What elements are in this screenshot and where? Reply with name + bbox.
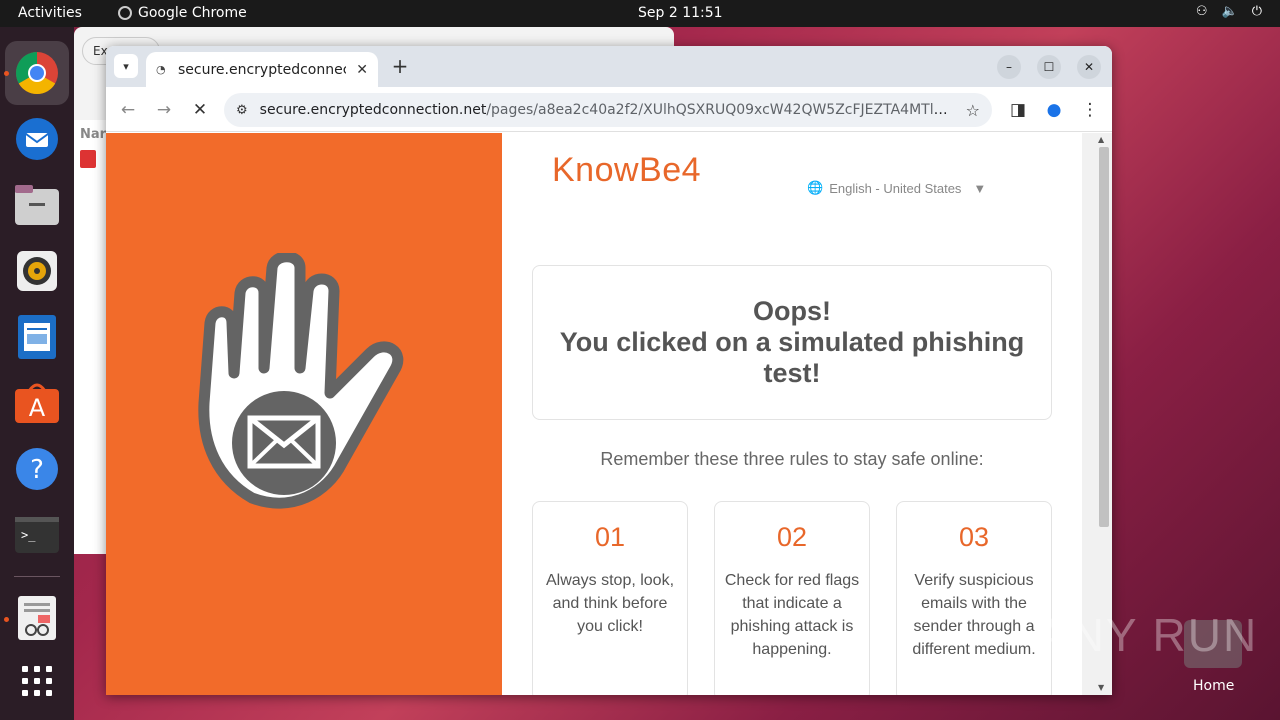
anyrun-watermark: ANY RUN <box>1038 609 1259 661</box>
speaker-icon <box>17 251 57 291</box>
background-sidebar: Nar <box>74 120 106 554</box>
browser-toolbar: ← → ✕ ⚙ secure.encryptedconnection.net/p… <box>106 87 1112 132</box>
rule-number: 03 <box>958 522 990 552</box>
chrome-icon <box>118 6 132 20</box>
maximize-button[interactable]: ☐ <box>1037 55 1061 79</box>
tab-strip: ▾ ◔ secure.encryptedconnec ✕ + – ☐ ✕ <box>106 46 1112 87</box>
dock: A ? >_ <box>0 27 74 720</box>
oops-heading: Oops! <box>753 296 831 326</box>
language-label: English - United States <box>829 180 962 196</box>
forward-button[interactable]: → <box>152 98 176 122</box>
rule-text: Check for red flags that indicate a phis… <box>724 572 860 658</box>
app-menu[interactable]: Google Chrome <box>118 5 247 21</box>
bookmark-star-icon[interactable]: ☆ <box>966 101 980 120</box>
chrome-logo-icon <box>15 51 58 95</box>
close-window-button[interactable]: ✕ <box>1077 55 1101 79</box>
tab-search-button[interactable]: ▾ <box>114 54 138 78</box>
stop-hand-icon <box>198 253 404 509</box>
pdf-icon <box>80 150 96 168</box>
rule-card: 03 Verify suspicious emails with the sen… <box>896 501 1052 695</box>
chevron-down-icon: ▼ <box>973 180 987 196</box>
dock-running-indicator <box>4 617 9 622</box>
power-icon: ⏻ <box>1251 4 1262 19</box>
orange-panel <box>106 133 502 695</box>
rule-text: Verify suspicious emails with the sender… <box>912 572 1036 658</box>
svg-text:A: A <box>29 394 46 422</box>
dock-separator <box>14 576 60 577</box>
background-column-label: Nar <box>80 127 107 142</box>
folder-icon <box>15 185 59 225</box>
site-info-icon[interactable]: ⚙ <box>236 103 248 118</box>
app-center-dock-icon[interactable]: A <box>13 379 61 427</box>
show-apps-button[interactable] <box>13 657 61 705</box>
document-viewer-icon <box>18 596 56 640</box>
url-path: /pages/a8ea2c40a2f2/XUlhQSXRUQ09xcW42QW5… <box>486 102 953 118</box>
back-button[interactable]: ← <box>116 98 140 122</box>
app-menu-label: Google Chrome <box>138 5 247 21</box>
stop-loading-button[interactable]: ✕ <box>188 98 212 122</box>
tab-close-icon[interactable]: ✕ <box>356 62 368 78</box>
oops-message-box: Oops! You clicked on a simulated phishin… <box>532 265 1052 420</box>
thunderbird-dock-icon[interactable] <box>13 115 61 163</box>
content-panel: KnowBe4 🌐 English - United States ▼ Oops… <box>502 133 1082 695</box>
url-text[interactable]: secure.encryptedconnection.net/pages/a8e… <box>260 102 954 118</box>
knowbe4-logo: KnowBe4 <box>552 151 702 189</box>
document-viewer-dock-icon[interactable] <box>13 594 61 642</box>
chrome-window[interactable]: ▾ ◔ secure.encryptedconnec ✕ + – ☐ ✕ ← →… <box>106 46 1112 695</box>
terminal-icon: >_ <box>15 517 59 553</box>
rules-intro: Remember these three rules to stay safe … <box>600 449 984 469</box>
rule-number: 02 <box>776 522 808 552</box>
volume-icon: 🔈 <box>1221 4 1238 19</box>
system-tray[interactable]: ⚇ 🔈 ⏻ <box>1196 4 1262 19</box>
profile-icon[interactable]: ● <box>1042 98 1066 122</box>
side-panel-button[interactable]: ◨ <box>1006 98 1030 122</box>
scroll-up-icon[interactable]: ▲ <box>1098 135 1104 144</box>
url-host: secure.encryptedconnection.net <box>259 102 487 118</box>
scroll-down-icon[interactable]: ▼ <box>1098 683 1104 692</box>
dock-running-indicator <box>4 71 9 76</box>
home-folder-label[interactable]: Home <box>1193 678 1234 694</box>
tab-active[interactable]: ◔ secure.encryptedconnec ✕ <box>146 52 378 87</box>
chrome-dock-icon[interactable] <box>13 49 61 97</box>
language-selector[interactable]: 🌐 English - United States ▼ <box>807 180 986 196</box>
scrollbar-thumb[interactable] <box>1099 147 1109 527</box>
top-bar: Activities Google Chrome Sep 2 11:51 ⚇ 🔈… <box>0 0 1280 27</box>
grid-icon <box>22 666 52 696</box>
terminal-dock-icon[interactable]: >_ <box>13 511 61 559</box>
tab-title: secure.encryptedconnec <box>178 61 347 78</box>
writer-dock-icon[interactable] <box>13 313 61 361</box>
help-dock-icon[interactable]: ? <box>13 445 61 493</box>
rhythmbox-dock-icon[interactable] <box>13 247 61 295</box>
page-content: KnowBe4 🌐 English - United States ▼ Oops… <box>106 133 1112 695</box>
svg-text:>_: >_ <box>21 528 36 542</box>
clock[interactable]: Sep 2 11:51 <box>638 5 723 21</box>
chrome-menu-button[interactable]: ⋮ <box>1078 98 1102 122</box>
globe-icon: 🌐 <box>807 180 824 195</box>
network-icon: ⚇ <box>1195 4 1208 19</box>
loading-favicon-icon: ◔ <box>156 63 166 76</box>
rule-text: Always stop, look, and think before you … <box>545 572 675 635</box>
thunderbird-icon <box>16 118 58 160</box>
activities-button[interactable]: Activities <box>18 5 82 21</box>
address-bar[interactable]: ⚙ secure.encryptedconnection.net/pages/a… <box>224 93 992 127</box>
minimize-button[interactable]: – <box>997 55 1021 79</box>
shopping-bag-icon: A <box>15 383 59 423</box>
new-tab-button[interactable]: + <box>388 55 412 79</box>
svg-text:?: ? <box>30 455 44 485</box>
files-dock-icon[interactable] <box>13 181 61 229</box>
help-icon: ? <box>16 448 58 490</box>
rule-card: 01 Always stop, look, and think before y… <box>532 501 688 695</box>
oops-subheading: You clicked on a simulated phishing test… <box>559 327 1025 388</box>
document-icon <box>18 315 56 359</box>
rule-number: 01 <box>594 522 626 552</box>
rule-card: 02 Check for red flags that indicate a p… <box>714 501 870 695</box>
